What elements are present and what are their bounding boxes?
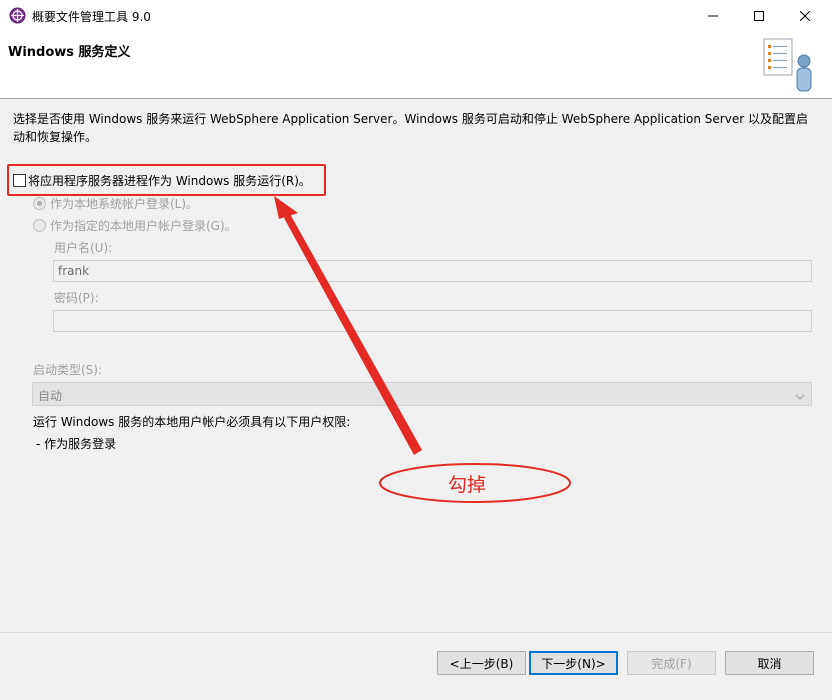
- maximize-icon: [754, 10, 764, 21]
- page-title: Windows 服务定义: [8, 45, 131, 60]
- title-bar: 概要文件管理工具 9.0: [0, 0, 832, 31]
- cancel-button[interactable]: 取消: [725, 651, 814, 675]
- username-label: 用户名(U):: [54, 241, 113, 255]
- app-logo-icon: [9, 7, 26, 24]
- logon-local-system-radio: [33, 197, 46, 210]
- annotation-text: 勾掉: [448, 474, 487, 496]
- logon-local-system-option: 作为本地系统帐户登录(L)。: [33, 195, 198, 212]
- logon-local-system-label: 作为本地系统帐户登录(L)。: [50, 197, 199, 211]
- logon-specified-user-label: 作为指定的本地用户帐户登录(G)。: [50, 219, 237, 233]
- startup-type-select: 自动: [32, 382, 812, 406]
- minimize-button[interactable]: [690, 0, 736, 31]
- annotation-arrow: [274, 196, 571, 503]
- rights-note-item: - 作为服务登录: [36, 437, 117, 451]
- chevron-down-icon: [795, 390, 805, 404]
- minimize-icon: [708, 11, 718, 21]
- logon-specified-user-radio: [33, 219, 46, 232]
- close-icon: [800, 10, 810, 21]
- window-title: 概要文件管理工具 9.0: [32, 10, 151, 24]
- username-input: frank: [53, 260, 812, 282]
- wizard-header: Windows 服务定义: [0, 31, 832, 99]
- password-label: 密码(P):: [54, 291, 99, 305]
- run-as-service-label: 将应用程序服务器进程作为 Windows 服务运行(R)。: [28, 174, 311, 188]
- finish-button: 完成(F): [627, 651, 716, 675]
- rights-note: 运行 Windows 服务的本地用户帐户必须具有以下用户权限:: [33, 415, 351, 429]
- back-button[interactable]: <上一步(B): [437, 651, 526, 675]
- password-input: [53, 310, 812, 332]
- startup-type-label: 启动类型(S):: [33, 363, 103, 377]
- startup-type-value: 自动: [38, 389, 63, 403]
- run-as-service-option[interactable]: 将应用程序服务器进程作为 Windows 服务运行(R)。: [13, 172, 311, 189]
- footer-divider: [0, 632, 832, 633]
- next-button[interactable]: 下一步(N)>: [529, 651, 618, 675]
- maximize-button[interactable]: [736, 0, 782, 31]
- logon-specified-user-option: 作为指定的本地用户帐户登录(G)。: [33, 217, 237, 234]
- page-description: 选择是否使用 Windows 服务来运行 WebSphere Applicati…: [13, 112, 808, 144]
- run-as-service-checkbox[interactable]: [13, 174, 26, 187]
- wizard-user-document-icon: [760, 37, 820, 93]
- close-button[interactable]: [782, 0, 828, 31]
